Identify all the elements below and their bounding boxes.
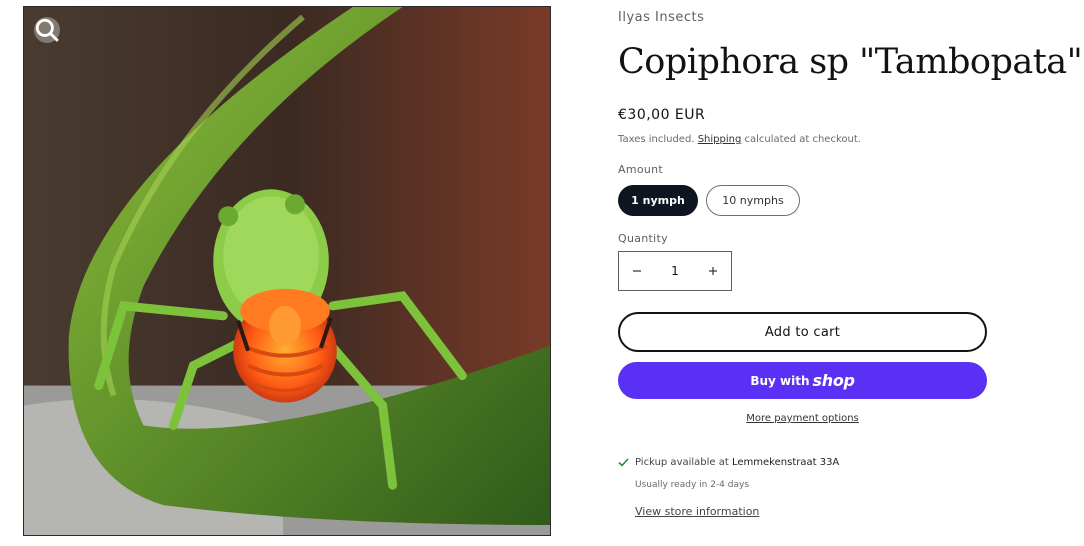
more-payment-options-link[interactable]: More payment options: [618, 413, 987, 424]
pickup-availability: Pickup available at Lemmekenstraat 33A: [618, 457, 839, 468]
variant-1-nymph[interactable]: 1 nymph: [618, 185, 698, 216]
tax-note: Taxes included. Shipping calculated at c…: [618, 134, 861, 145]
product-title: Copiphora sp "Tambopata": [618, 42, 1083, 82]
shop-logo: shop: [812, 371, 855, 390]
product-image[interactable]: [23, 6, 551, 536]
pickup-prefix: Pickup available at: [635, 457, 729, 468]
pickup-ready-time: Usually ready in 2-4 days: [635, 480, 750, 490]
quantity-input[interactable]: [656, 264, 694, 278]
katydid-photo: [24, 7, 550, 535]
variant-10-nymphs[interactable]: 10 nymphs: [706, 185, 800, 216]
tax-prefix: Taxes included.: [618, 134, 695, 145]
pickup-text: Pickup available at Lemmekenstraat 33A: [635, 457, 839, 468]
checkmark-icon: [618, 458, 629, 467]
quantity-stepper: [618, 251, 732, 291]
vendor-name: Ilyas Insects: [618, 10, 705, 25]
decrease-quantity-button[interactable]: [619, 252, 655, 290]
buy-with-shop-button[interactable]: Buy with shop: [618, 362, 987, 399]
quantity-label: Quantity: [618, 232, 668, 245]
minus-icon: [633, 270, 641, 272]
pickup-location: Lemmekenstraat 33A: [732, 457, 840, 468]
view-store-information-link[interactable]: View store information: [635, 505, 759, 518]
plus-icon: [709, 267, 717, 275]
increase-quantity-button[interactable]: [695, 252, 731, 290]
zoom-button[interactable]: [34, 17, 60, 43]
magnifier-icon: [35, 18, 59, 42]
buy-with-label: Buy with: [750, 373, 810, 388]
add-to-cart-button[interactable]: Add to cart: [618, 312, 987, 352]
tax-suffix: calculated at checkout.: [744, 134, 861, 145]
amount-label: Amount: [618, 163, 664, 176]
shipping-link[interactable]: Shipping: [698, 134, 742, 145]
product-price: €30,00 EUR: [618, 107, 706, 123]
